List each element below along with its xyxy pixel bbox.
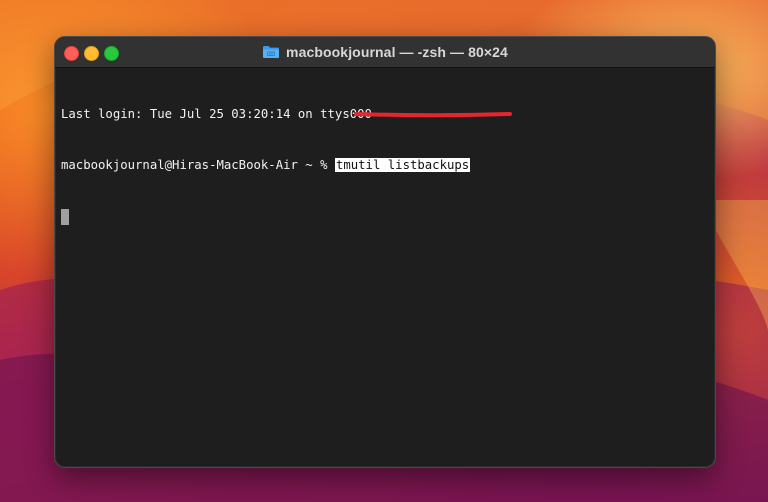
command-text[interactable]: tmutil listbackups — [334, 158, 471, 172]
text-cursor — [61, 209, 69, 225]
window-title: macbookjournal — -zsh — 80×24 — [286, 44, 508, 60]
title-group: macbookjournal — -zsh — 80×24 — [55, 37, 715, 67]
shell-prompt: macbookjournal@Hiras-MacBook-Air ~ % — [61, 158, 335, 172]
prompt-line: macbookjournal@Hiras-MacBook-Air ~ % tmu… — [61, 157, 709, 174]
red-underline-annotation — [354, 112, 512, 118]
cursor-line — [61, 208, 709, 225]
title-bar[interactable]: macbookjournal — -zsh — 80×24 — [55, 37, 715, 68]
terminal-window[interactable]: macbookjournal — -zsh — 80×24 Last login… — [54, 36, 716, 468]
terminal-output[interactable]: Last login: Tue Jul 25 03:20:14 on ttys0… — [61, 72, 709, 460]
folder-icon — [262, 45, 280, 59]
